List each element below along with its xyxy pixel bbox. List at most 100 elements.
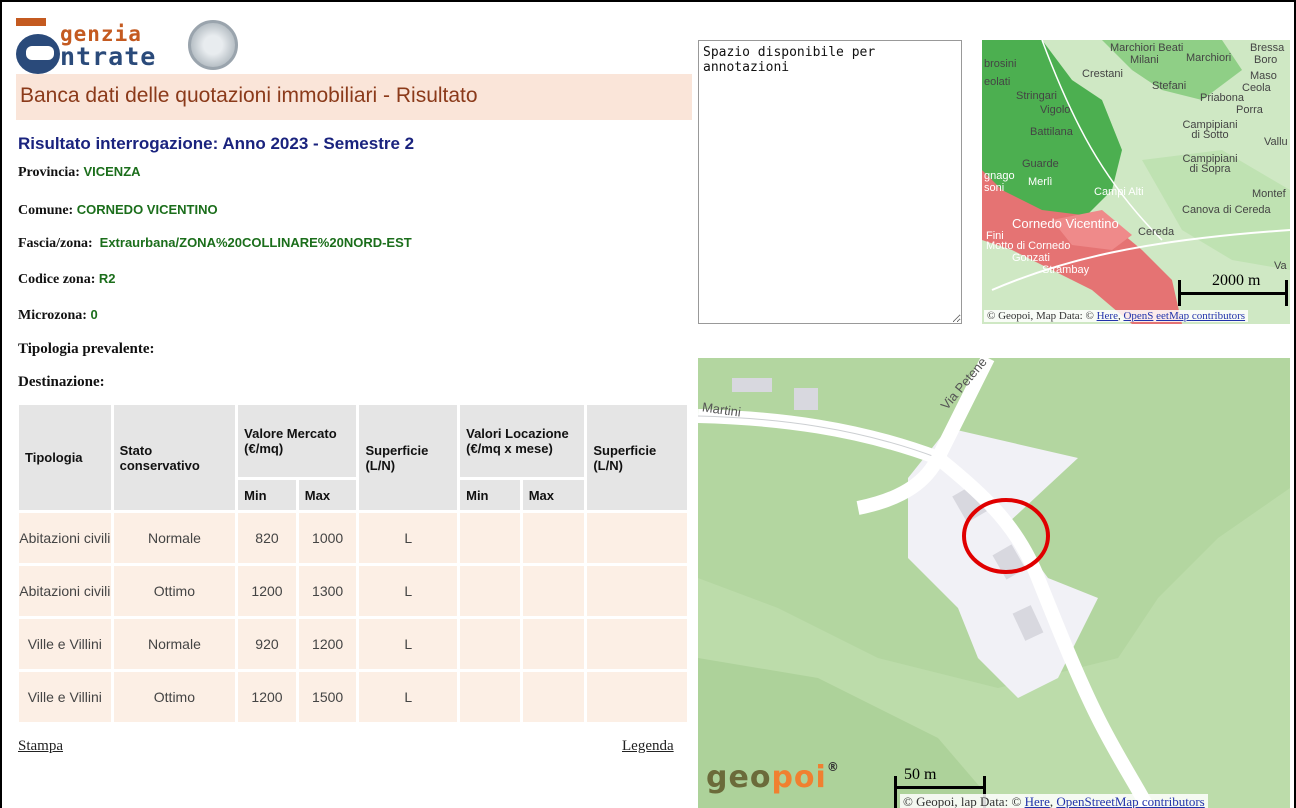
cell-superficie: L (359, 619, 458, 669)
quotazioni-table: Tipologia Stato conservativo Valore Merc… (16, 402, 690, 725)
map-place-label: Stringari (1016, 90, 1057, 102)
map-place-label: Porra (1236, 104, 1263, 116)
agenzia-entrate-logo: genzia ntrate (16, 18, 238, 76)
stampa-link[interactable]: Stampa (18, 738, 63, 755)
cell-locazione-min (460, 619, 520, 669)
cell-locazione-min (460, 566, 520, 616)
cell-mercato-min: 820 (238, 513, 296, 563)
cell-mercato-min: 920 (238, 619, 296, 669)
map-place-label: Canova di Cereda (1182, 204, 1271, 216)
cell-mercato-max: 1200 (298, 619, 357, 669)
cell-superficie: L (359, 566, 458, 616)
cell-locazione-min (460, 672, 520, 722)
attribution-link-here[interactable]: Here (1025, 794, 1050, 808)
map-place-label: Boro (1254, 54, 1278, 66)
info-label: Tipologia prevalente: (18, 341, 155, 357)
cell-tipologia: Abitazioni civili (19, 566, 111, 616)
cell-mercato-min: 1200 (238, 672, 296, 722)
map-place-label: Guarde (1022, 158, 1059, 170)
cell-locazione-max (522, 672, 585, 722)
legenda-link[interactable]: Legenda (622, 738, 674, 755)
map-place-label: Merlì (1028, 176, 1053, 188)
map-place-label: Motto di Cornedo (986, 240, 1071, 252)
cell-mercato-max: 1500 (298, 672, 357, 722)
attribution-link-osm[interactable]: OpenStreetMap contributors (1056, 794, 1204, 808)
map-place-label: Cornedo Vicentino (1012, 216, 1119, 231)
table-row: Abitazioni civili Ottimo 1200 1300 L (19, 566, 687, 616)
cell-tipologia: Ville e Villini (19, 619, 111, 669)
map-attribution: © Geopoi, lap Data: © Here, OpenStreetMa… (900, 794, 1208, 808)
detail-map[interactable]: Martini Via Petene geopoi® 50 m © Geopoi… (698, 358, 1290, 808)
map-place-label: Gonzati (1012, 252, 1050, 264)
cell-locazione-max (522, 513, 585, 563)
info-label: Destinazione: (18, 374, 105, 390)
map-place-label: Cereda (1138, 226, 1175, 238)
map-place-label: eolati (984, 76, 1011, 88)
cell-mercato-max: 1000 (298, 513, 357, 563)
col-header-locazione-max: Max (522, 480, 585, 510)
scalebar-tick (894, 776, 897, 808)
info-fascia-zona: Fascia/zona: Extraurbana/ZONA%20COLLINAR… (18, 235, 412, 252)
map-place-label: Priabona (1200, 92, 1245, 104)
info-comune: Comune: CORNEDO VICENTINO (18, 202, 218, 219)
cell-superficie: L (359, 672, 458, 722)
map-place-label: Vigolo (1040, 104, 1071, 116)
table-row: Ville e Villini Normale 920 1200 L (19, 619, 687, 669)
map-place-label: Campipiani di Sopra (1182, 153, 1238, 175)
map-place-label: Campipiani di Sotto (1182, 119, 1238, 141)
attribution-link-here[interactable]: Here (1097, 310, 1118, 322)
map-place-label: gnago (984, 170, 1015, 182)
map-place-label: Marchiori (1186, 52, 1232, 64)
cell-mercato-max: 1300 (298, 566, 357, 616)
cell-stato: Normale (113, 619, 236, 669)
map-place-label: soni (984, 182, 1005, 194)
map-place-label: Campi Alti (1094, 186, 1144, 198)
page-frame-top (0, 0, 1296, 6)
logo-bar-icon (16, 18, 46, 26)
page-title: Banca dati delle quotazioni immobiliari … (20, 84, 478, 107)
info-codice-zona: Codice zona: R2 (18, 271, 116, 288)
info-value: VICENZA (83, 164, 141, 179)
geopoi-logo-geo: geo (706, 760, 772, 795)
logo-a-inner (26, 46, 54, 60)
map-place-label: Vallu (1264, 136, 1288, 148)
scalebar-label: 2000 m (1212, 272, 1261, 289)
info-tipologia-prevalente: Tipologia prevalente: (18, 341, 155, 358)
annotations-textarea[interactable]: Spazio disponibile per annotazioni (698, 40, 962, 324)
col-header-valori-locazione: Valori Locazione (€/mq x mese) (460, 405, 585, 477)
map-place-label: Stefani (1152, 80, 1187, 92)
table-header-row: Tipologia Stato conservativo Valore Merc… (19, 405, 687, 510)
map-place-label: brosini (984, 58, 1017, 70)
page-banner: Banca dati delle quotazioni immobiliari … (16, 74, 692, 120)
map-place-label: Milani (1130, 54, 1159, 66)
map-place-label: Bressa (1250, 42, 1285, 54)
table-row: Abitazioni civili Normale 820 1000 L (19, 513, 687, 563)
attribution-text: lap Data: © (960, 794, 1025, 808)
cell-locazione-max (522, 619, 585, 669)
map-place-label: Battilana (1030, 126, 1073, 138)
col-header-locazione-min: Min (460, 480, 520, 510)
cell-stato: Ottimo (113, 566, 236, 616)
attribution-link-contributors[interactable]: eetMap contributors (1156, 310, 1245, 322)
page-frame-left (0, 0, 2, 808)
attribution-text: © Geopoi, (903, 794, 958, 808)
cell-superficie: L (359, 513, 458, 563)
col-header-valore-mercato: Valore Mercato (€/mq) (238, 405, 357, 477)
info-label: Codice zona: (18, 272, 96, 287)
info-label: Microzona: (18, 308, 87, 323)
overview-map[interactable]: Marchiori Beati Bressa Milani Marchiori … (982, 40, 1290, 324)
cell-locazione-min (460, 513, 520, 563)
cell-superficie-locazione (587, 619, 687, 669)
map-place-label: Montef (1252, 188, 1286, 200)
info-value: CORNEDO VICENTINO (76, 202, 218, 217)
cell-tipologia: Abitazioni civili (19, 513, 111, 563)
col-header-mercato-min: Min (238, 480, 296, 510)
cell-superficie-locazione (587, 566, 687, 616)
detail-map-canvas (698, 358, 1290, 808)
map-place-label: Ceola (1242, 82, 1271, 94)
attribution-link-osm[interactable]: OpenS (1123, 310, 1153, 322)
map-attribution: © Geopoi, Map Data: © Here, OpenS eetMap… (984, 310, 1249, 322)
cell-superficie-locazione (587, 672, 687, 722)
cell-mercato-min: 1200 (238, 566, 296, 616)
cell-tipologia: Ville e Villini (19, 672, 111, 722)
